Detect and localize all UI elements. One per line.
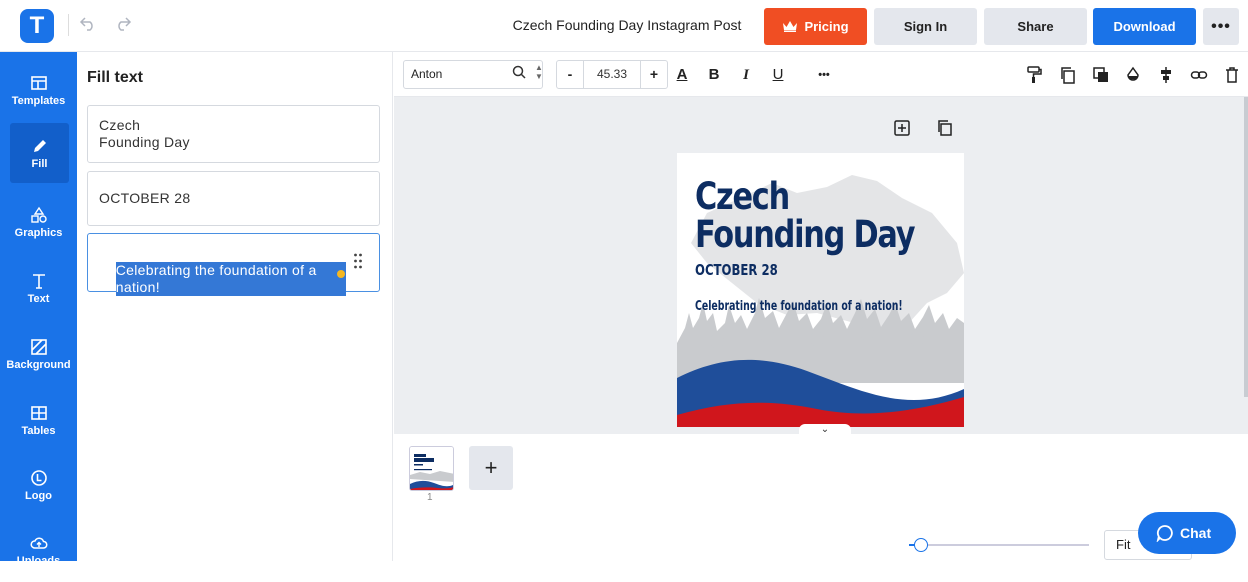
divider	[68, 14, 69, 36]
chat-bubble-icon	[1156, 525, 1173, 542]
canvas-area: Czech Founding Day OCTOBER 28 Celebratin…	[394, 97, 1248, 434]
delete-icon[interactable]	[1222, 65, 1242, 85]
share-button[interactable]: Share	[984, 8, 1087, 45]
page-thumbnail[interactable]	[409, 446, 454, 491]
templates-icon	[30, 76, 47, 90]
poster-date[interactable]: OCTOBER 28	[695, 261, 778, 279]
add-page-button[interactable]: +	[469, 446, 513, 490]
paint-roller-icon[interactable]	[1024, 65, 1044, 85]
top-bar: T Czech Founding Day Instagram Post Pric…	[0, 0, 1248, 52]
redo-icon[interactable]	[112, 14, 134, 36]
text-field-tagline[interactable]: Celebrating the foundation of a nation!	[87, 233, 380, 296]
logo-icon	[30, 470, 47, 486]
expand-pages-chevron-down-icon[interactable]: ⌄	[799, 424, 851, 434]
poster-title[interactable]: Czech Founding Day	[695, 178, 964, 254]
pencil-icon	[33, 140, 46, 152]
font-stepper-icon[interactable]: ▲ ▼	[535, 63, 543, 81]
sidebar-item-label: Fill	[31, 158, 48, 170]
sidebar-item-uploads[interactable]: Uploads	[0, 522, 77, 582]
font-size-decrease-button[interactable]: -	[557, 61, 584, 88]
app-logo[interactable]: T	[20, 9, 54, 43]
pricing-button[interactable]: Pricing	[764, 8, 867, 45]
more-text-options-button[interactable]: •••	[814, 65, 834, 85]
text-color-icon[interactable]: A	[672, 65, 692, 85]
poster-tagline[interactable]: Celebrating the foundation of a nation!	[695, 299, 903, 314]
sidebar-item-label: Templates	[11, 95, 66, 107]
page-number: 1	[427, 492, 433, 503]
sidebar-item-tables[interactable]: Tables	[0, 392, 77, 452]
sidebar-item-graphics[interactable]: Graphics	[0, 194, 77, 254]
zoom-slider-handle[interactable]	[914, 538, 928, 552]
chat-button[interactable]: Chat	[1138, 512, 1236, 554]
opacity-drop-icon[interactable]	[1123, 65, 1143, 85]
zoom-slider-track[interactable]	[909, 544, 1089, 546]
download-button[interactable]: Download	[1093, 8, 1196, 45]
font-size-input[interactable]: 45.33	[585, 61, 639, 88]
design-canvas[interactable]: Czech Founding Day OCTOBER 28 Celebratin…	[677, 153, 964, 427]
sidebar-item-label: Text	[27, 293, 50, 305]
status-dot	[337, 270, 345, 278]
font-size-stepper: - 45.33 +	[556, 60, 668, 89]
document-title[interactable]: Czech Founding Day Instagram Post	[500, 17, 754, 33]
sidebar-item-label: Background	[6, 359, 71, 371]
text-icon	[32, 274, 45, 289]
text-toolbar: Anton ▲ ▼ - 45.33 + A B I U •••	[394, 52, 1248, 97]
panel-title: Fill text	[87, 69, 144, 86]
pricing-label: Pricing	[804, 19, 849, 34]
chat-label: Chat	[1180, 525, 1212, 541]
italic-button[interactable]: I	[736, 65, 756, 85]
pages-strip: 1 + Fit Chat	[394, 435, 1248, 561]
sidebar: Templates Fill Graphics Text Background …	[0, 52, 77, 567]
underline-button[interactable]: U	[768, 65, 788, 85]
sidebar-item-logo[interactable]: Logo	[0, 457, 77, 517]
align-center-icon[interactable]	[1156, 65, 1176, 85]
sidebar-item-label: Tables	[21, 425, 56, 437]
cloud-upload-icon	[30, 537, 47, 549]
sign-in-button[interactable]: Sign In	[874, 8, 977, 45]
table-icon	[30, 406, 47, 420]
text-field-date[interactable]: OCTOBER 28	[87, 171, 380, 226]
sidebar-item-label: Graphics	[14, 227, 63, 239]
more-options-button[interactable]: •••	[1203, 8, 1239, 45]
sidebar-item-label: Uploads	[16, 555, 61, 567]
sidebar-item-background[interactable]: Background	[0, 326, 77, 386]
fill-text-panel: Fill text Czech Founding Day OCTOBER 28 …	[77, 52, 393, 561]
sidebar-item-templates[interactable]: Templates	[0, 62, 77, 122]
canvas-scrollbar[interactable]	[1244, 97, 1248, 397]
sidebar-item-label: Logo	[25, 490, 52, 502]
undo-icon[interactable]	[77, 14, 99, 36]
crown-icon	[783, 21, 798, 32]
search-icon[interactable]	[512, 65, 526, 79]
bold-button[interactable]: B	[704, 65, 724, 85]
add-page-icon[interactable]	[893, 119, 911, 137]
layer-order-icon[interactable]	[1091, 65, 1111, 85]
drag-handle-icon[interactable]	[353, 252, 363, 270]
sidebar-item-fill[interactable]: Fill	[10, 123, 69, 183]
duplicate-icon[interactable]	[1058, 65, 1078, 85]
background-icon	[30, 339, 47, 355]
thumbnail-preview	[410, 447, 453, 490]
text-field-title[interactable]: Czech Founding Day	[87, 105, 380, 163]
font-size-increase-button[interactable]: +	[640, 61, 667, 88]
duplicate-page-icon[interactable]	[936, 119, 954, 137]
shapes-icon	[30, 206, 47, 223]
sidebar-item-text[interactable]: Text	[0, 260, 77, 320]
selected-text: Celebrating the foundation of a nation!	[115, 262, 346, 296]
link-icon[interactable]	[1189, 65, 1209, 85]
